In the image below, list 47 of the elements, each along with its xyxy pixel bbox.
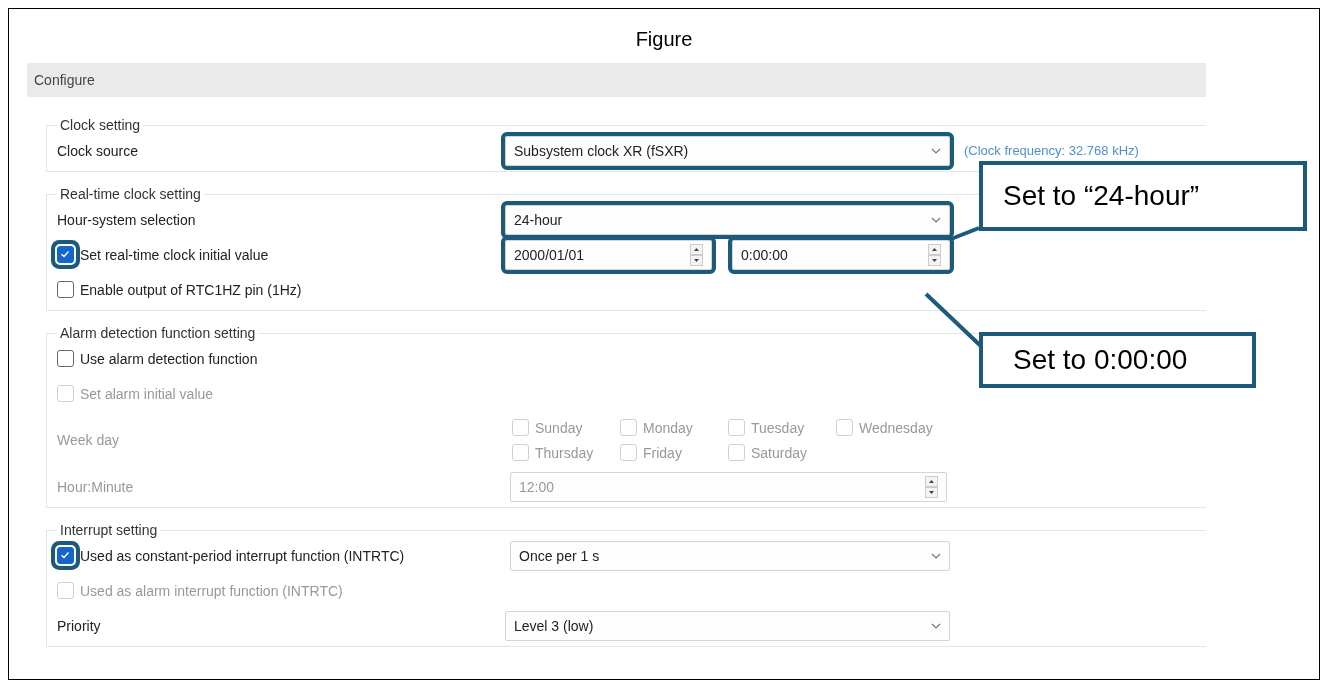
selected-value: Once per 1 s [519,547,601,564]
chevron-down-icon [931,622,941,629]
checkbox-label: Enable output of RTC1HZ pin (1Hz) [80,281,302,298]
checkbox-label: Saturday [751,444,808,461]
field-label: Week day [57,432,119,448]
field-label: Priority [57,617,101,634]
selected-value: Level 3 (low) [514,617,595,634]
checkbox-label: Monday [643,419,693,436]
spinner-icon[interactable] [928,243,941,266]
checkbox-label: Set alarm initial value [80,385,214,402]
chevron-down-icon [931,216,941,223]
callout-box: Set to 0:00:00 [979,332,1256,388]
selected-value: 24-hour [514,211,564,228]
chevron-down-icon [931,552,941,559]
callout-box: Set to “24-hour” [979,161,1307,231]
check-icon [60,550,70,560]
field-label: Clock source [57,142,138,159]
figure-caption: Figure [635,28,693,51]
checkbox-label: Use alarm detection function [80,350,258,367]
dropdown[interactable]: Once per 1 s [510,540,950,571]
group-title: Clock setting [59,117,142,133]
panel-header: Configure [27,63,1206,97]
checkbox-label: Used as constant-period interrupt function (INTRTC) [80,547,405,564]
spin-value: 0:00:00 [741,246,789,263]
leader-line [950,226,980,241]
clock-frequency-link[interactable]: (Clock frequency: 32.768 kHz) [964,143,1139,158]
chevron-down-icon [931,147,941,154]
checkbox[interactable] [57,350,74,367]
spin-value: 2000/01/01 [514,246,586,263]
group-title: Alarm detection function setting [59,325,257,341]
checkbox-label: Used as alarm interrupt function (INTRTC) [80,582,343,599]
checkbox-label: Thursday [535,444,594,461]
checkbox-label: Set real-time clock initial value [80,246,269,263]
check-icon [60,249,70,259]
group-title: Interrupt setting [59,522,159,538]
checkbox-label: Tuesday [751,419,805,436]
field-label: Hour:Minute [57,478,134,495]
checkbox[interactable] [57,281,74,298]
spinner-icon[interactable] [690,243,703,266]
spin-value: 12:00 [519,478,556,495]
checkbox-label: Friday [643,444,682,461]
checkbox-label: Wednesday [859,419,933,436]
dropdown[interactable]: Level 3 (low) [505,610,950,641]
selected-value: Subsystem clock XR (fSXR) [514,142,690,159]
field-label: Hour-system selection [57,211,196,228]
group-title: Real-time clock setting [59,186,202,202]
checkbox-label: Sunday [535,419,583,436]
